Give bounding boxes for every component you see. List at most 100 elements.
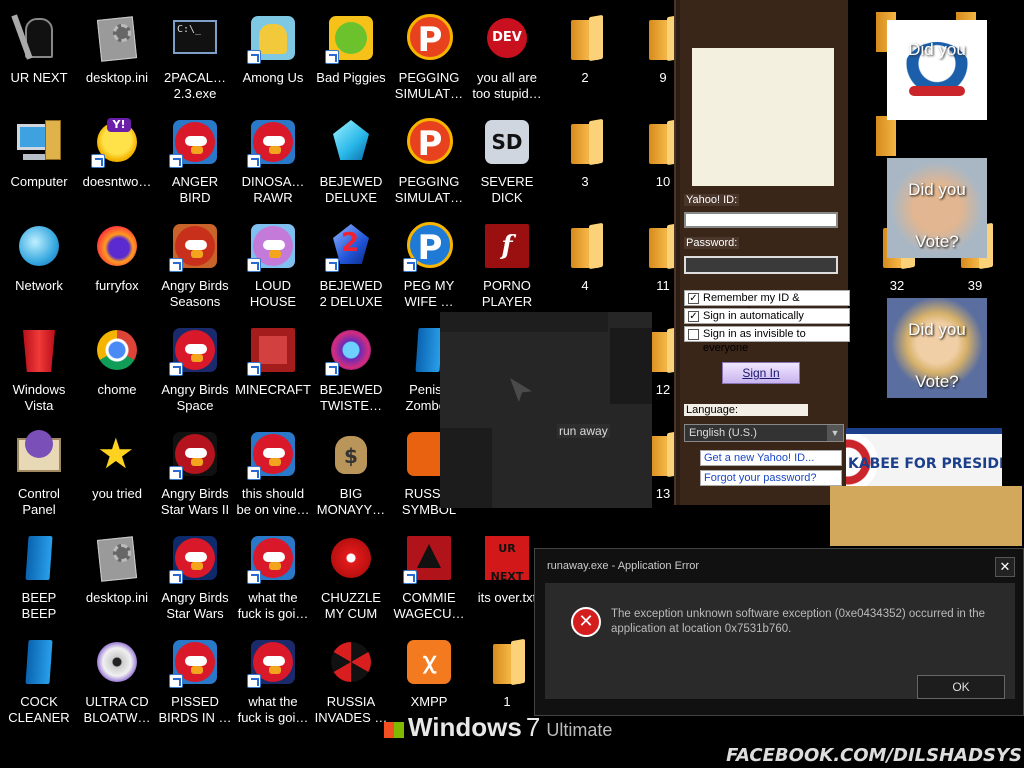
ok-button[interactable]: OK (917, 675, 1005, 699)
language-select[interactable]: English (U.S.) ▼ (684, 424, 844, 442)
yahoo-id-label: Yahoo! ID: (684, 194, 740, 206)
icon-label: CHUZZLE MY CUM (321, 590, 381, 621)
commie-icon (403, 534, 453, 584)
invisible-checkbox[interactable]: Sign in as invisible to everyone (684, 326, 850, 354)
desktop-icon-2pacal[interactable]: C:\_ 2PACAL… 2.3.exe (156, 8, 234, 108)
run-away-label[interactable]: run away (557, 424, 610, 438)
icon-label: 4 (581, 278, 589, 293)
desktop-icon-what-the-1[interactable]: what the fuck is goi… (234, 528, 312, 628)
desktop-icon-bad-piggies[interactable]: Bad Piggies (312, 8, 390, 108)
yahoo-messenger-window[interactable]: Yahoo! ID: Password: ✓ Remember my ID & … (674, 0, 850, 505)
desktop-icon-cock-cleaner[interactable]: COCK CLEANER (0, 632, 78, 732)
desktop-icon-russia-invades[interactable]: RUSSIA INVADES … (312, 632, 390, 732)
desktop-icon-chuzzle[interactable]: CHUZZLE MY CUM (312, 528, 390, 628)
password-label: Password: (684, 237, 740, 249)
bad-piggies-icon (325, 14, 375, 64)
desktop-icon-pegging-1[interactable]: P PEGGING SIMULAT… (390, 8, 468, 108)
close-icon[interactable]: ✕ (995, 557, 1015, 577)
huckabee-banner[interactable]: KABEE FOR PRESIDENT (846, 428, 1002, 486)
icon-label: ANGER BIRD (171, 174, 219, 205)
desktop-icon-you-all-are[interactable]: DEV you all are too stupid… (468, 8, 546, 108)
desktop-icon-ur-next[interactable]: UR NEXT (0, 8, 78, 108)
desktop-icon-porno-player[interactable]: f PORNO PLAYER (468, 216, 546, 316)
desktop-icon-severe-dick[interactable]: SD SEVERE DICK (468, 112, 546, 212)
peggle-icon: P (405, 118, 453, 166)
windows-edition: Ultimate (546, 720, 613, 738)
icon-label: DINOSA… RAWR (241, 174, 305, 205)
desktop-icon-dinosaur-rawr[interactable]: DINOSA… RAWR (234, 112, 312, 212)
icon-label: Among Us (242, 70, 304, 85)
sign-in-button[interactable]: Sign In (722, 362, 800, 384)
desktop-icon-you-tried[interactable]: ★ you tried (78, 424, 156, 524)
desktop-icon-windows-vista[interactable]: Windows Vista (0, 320, 78, 420)
terminal-icon: C:\_ (171, 14, 219, 62)
icon-label: MINECRAFT (235, 382, 311, 397)
obama-campaign-image[interactable]: Did you (887, 20, 987, 120)
icon-label: PEGGING SIMULAT… (394, 70, 464, 101)
desktop-icon-big-monayy[interactable]: $ BIG MONAYY… (312, 424, 390, 524)
desktop-icon-ultra-cd[interactable]: ULTRA CD BLOATW… (78, 632, 156, 732)
desktop-icon-bejewed-2-deluxe[interactable]: 2 BEJEWED 2 DELUXE (312, 216, 390, 316)
desktop-icon-what-the-2[interactable]: what the fuck is goi… (234, 632, 312, 732)
folder-icon (561, 14, 609, 62)
desktop-icon-anger-bird[interactable]: ANGER BIRD (156, 112, 234, 212)
blue-file-icon (15, 534, 63, 582)
desktop-icon-angry-birds-star-wars-2[interactable]: Angry Birds Star Wars II (156, 424, 234, 524)
icon-label: doesntwo… (82, 174, 152, 189)
mccain-campaign-image[interactable]: Did you Vote? (887, 158, 987, 258)
angry-bird-icon (169, 638, 219, 688)
desktop-icon-loud-house[interactable]: LOUD HOUSE (234, 216, 312, 316)
desktop-icon-pegging-2[interactable]: P PEGGING SIMULAT… (390, 112, 468, 212)
firefox-icon (93, 222, 141, 270)
desktop-icon-peg-my-wife[interactable]: P PEG MY WIFE … (390, 216, 468, 316)
icon-label: BIG MONAYY… (316, 486, 386, 517)
desktop-icon-control-panel[interactable]: Control Panel (0, 424, 78, 524)
among-us-icon (247, 14, 297, 64)
icon-label: PORNO PLAYER (481, 278, 533, 309)
password-field[interactable] (684, 256, 838, 274)
desktop-icon-angry-birds-seasons[interactable]: Angry Birds Seasons (156, 216, 234, 316)
desktop-icon-among-us[interactable]: Among Us (234, 8, 312, 108)
desktop-icon-angry-birds-space[interactable]: Angry Birds Space (156, 320, 234, 420)
icon-label: 2 (581, 70, 589, 85)
auto-signin-checkbox[interactable]: ✓ Sign in automatically (684, 308, 850, 324)
desktop-icon-network[interactable]: Network (0, 216, 78, 316)
config-file-icon (93, 534, 141, 582)
get-yahoo-id-link[interactable]: Get a new Yahoo! ID... (700, 450, 842, 466)
desktop-icon-doesntwo[interactable]: Y! doesntwo… (78, 112, 156, 212)
desktop-icon-pissed-birds[interactable]: PISSED BIRDS IN … (156, 632, 234, 732)
desktop-icon-angry-birds-star-wars[interactable]: Angry Birds Star Wars (156, 528, 234, 628)
language-value: English (U.S.) (689, 427, 757, 439)
desktop-icon-desktop-ini[interactable]: desktop.ini (78, 8, 156, 108)
icon-label: Computer (10, 174, 68, 189)
desktop-icon-desktop-ini-2[interactable]: desktop.ini (78, 528, 156, 628)
desktop-icon-folder-2[interactable]: 2 (546, 8, 624, 108)
did-you-text: Did you (908, 40, 966, 59)
auto-signin-label: Sign in automatically (703, 310, 804, 322)
desktop-icon-furryfox[interactable]: furryfox (78, 216, 156, 316)
language-label: Language: (684, 404, 808, 416)
desktop-icon-minecraft[interactable]: MINECRAFT (234, 320, 312, 420)
remember-checkbox[interactable]: ✓ Remember my ID & password (684, 290, 850, 318)
desktop-icon-chome[interactable]: chome (78, 320, 156, 420)
watermark: FACEBOOK.COM/DILSHADSYS (726, 745, 1022, 766)
yahoo-id-field[interactable] (684, 212, 838, 228)
desktop-icon-beep-beep[interactable]: BEEP BEEP (0, 528, 78, 628)
desktop-icon-computer[interactable]: Computer (0, 112, 78, 212)
icon-label: BEJEWED DELUXE (319, 174, 383, 205)
desktop-icon-folder-4[interactable]: 4 (546, 216, 624, 316)
desktop-icon-bejewed-deluxe[interactable]: BEJEWED DELUXE (312, 112, 390, 212)
desktop-icon-commie[interactable]: COMMIE WAGECU… (390, 528, 468, 628)
forgot-password-link[interactable]: Forgot your password? (700, 470, 842, 486)
desktop-icon-folder-3[interactable]: 3 (546, 112, 624, 212)
runaway-popup[interactable]: run away (440, 312, 652, 508)
icon-label: SEVERE DICK (480, 174, 534, 205)
icon-label: desktop.ini (85, 70, 149, 85)
desktop-icon-bejewed-twist[interactable]: BEJEWED TWISTE… (312, 320, 390, 420)
icon-label: 32 (889, 278, 905, 293)
cd-icon (93, 638, 141, 686)
error-dialog[interactable]: runaway.exe - Application Error ✕ ✕ The … (534, 548, 1024, 716)
icon-label: Angry Birds Star Wars (161, 590, 229, 621)
desktop-icon-this-should[interactable]: this should be on vine… (234, 424, 312, 524)
hillary-campaign-image[interactable]: Did you Vote? (887, 298, 987, 398)
